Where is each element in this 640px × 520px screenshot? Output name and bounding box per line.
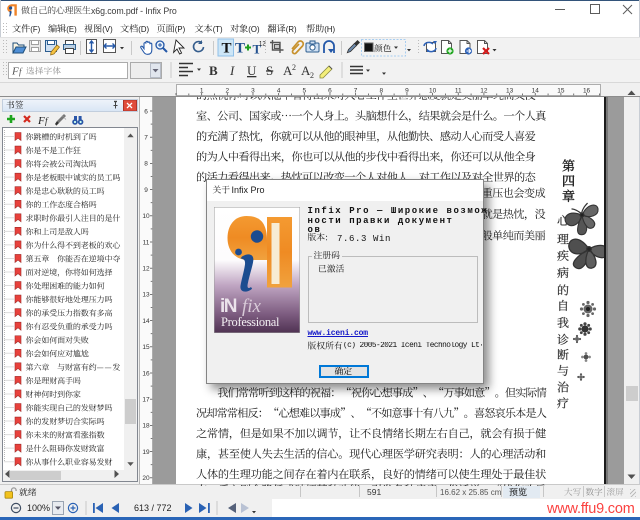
svg-text:9: 9: [144, 187, 148, 194]
svg-text:8: 8: [144, 161, 148, 168]
svg-text:12: 12: [142, 266, 150, 273]
svg-text:18: 18: [142, 423, 150, 430]
svg-text:S: S: [266, 63, 273, 78]
svg-text:Professional: Professional: [221, 315, 280, 329]
svg-text:6: 6: [144, 108, 148, 115]
svg-text:10: 10: [142, 213, 150, 220]
svg-text:2: 2: [292, 63, 296, 72]
svg-text:2: 2: [310, 71, 314, 80]
svg-text:16: 16: [142, 370, 150, 377]
svg-text:7: 7: [144, 135, 148, 142]
svg-text:19: 19: [142, 449, 150, 456]
svg-text:14: 14: [142, 318, 150, 325]
svg-text:11: 11: [143, 239, 150, 246]
svg-text:iN: iN: [220, 296, 237, 317]
svg-text:T: T: [222, 41, 232, 57]
svg-text:B: B: [209, 63, 218, 78]
svg-text:F: F: [11, 66, 19, 78]
svg-text:15: 15: [142, 344, 150, 351]
svg-text:T: T: [235, 41, 245, 57]
svg-text:12: 12: [259, 42, 266, 48]
svg-text:13: 13: [142, 292, 150, 299]
svg-text:fix: fix: [242, 296, 262, 317]
svg-text:I: I: [229, 63, 235, 78]
svg-text:U: U: [247, 63, 257, 78]
svg-text:20: 20: [142, 475, 150, 482]
svg-text:17: 17: [142, 397, 150, 404]
